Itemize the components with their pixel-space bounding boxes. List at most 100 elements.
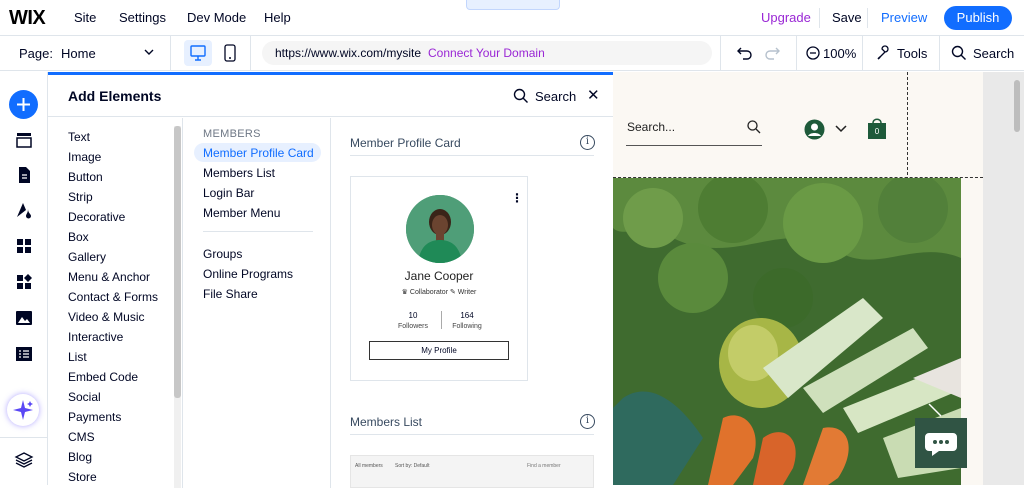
chat-widget-button[interactable] [915, 418, 967, 468]
menu-dev-mode[interactable]: Dev Mode [187, 10, 246, 25]
category-item[interactable]: Blog [68, 450, 92, 464]
subcategory-item-login-bar[interactable]: Login Bar [203, 186, 254, 200]
divider [796, 36, 797, 71]
subcategory-item-groups[interactable]: Groups [203, 247, 242, 261]
save-button[interactable]: Save [832, 10, 862, 25]
site-search-input[interactable]: Search... [627, 120, 675, 134]
category-item[interactable]: Embed Code [68, 370, 138, 384]
zoom-out-icon[interactable] [806, 46, 820, 60]
editor-toolbar: Page: Home https://www.wix.com/mysite Co… [0, 36, 1024, 71]
info-icon[interactable]: i [580, 135, 595, 150]
category-item[interactable]: Interactive [68, 330, 123, 344]
category-item[interactable]: Store [68, 470, 97, 484]
category-item[interactable]: CMS [68, 430, 95, 444]
top-bar: WIX Site Settings Dev Mode Help ⌃ Upgrad… [0, 0, 1024, 36]
subcategory-item-member-menu[interactable]: Member Menu [203, 206, 280, 220]
user-account-icon[interactable] [804, 119, 825, 140]
tools-icon[interactable] [876, 45, 892, 61]
panel-search-button[interactable]: Search [535, 89, 576, 104]
person-photo [406, 195, 474, 263]
subcategory-item-member-profile-card[interactable]: Member Profile Card [203, 146, 314, 160]
category-item[interactable]: Text [68, 130, 90, 144]
vegetables-image [613, 178, 961, 485]
category-item[interactable]: Video & Music [68, 310, 144, 324]
category-item[interactable]: Button [68, 170, 103, 184]
redo-icon[interactable] [763, 45, 781, 61]
vegetables-photo[interactable] [613, 178, 961, 485]
chevron-down-icon[interactable] [143, 46, 155, 58]
search-icon[interactable] [951, 45, 967, 61]
category-item[interactable]: Contact & Forms [68, 290, 158, 304]
member-name: Jane Cooper [404, 269, 474, 283]
category-item[interactable]: Social [68, 390, 101, 404]
collapse-toolbar-tab[interactable]: ⌃ [466, 0, 560, 10]
tools-button[interactable]: Tools [897, 46, 927, 61]
left-rail [0, 72, 48, 485]
zoom-level[interactable]: 100% [823, 46, 856, 61]
member-roles: ♛ Collaborator ✎ Writer [401, 289, 477, 296]
subcategory-item-online-programs[interactable]: Online Programs [203, 267, 293, 281]
menu-site[interactable]: Site [74, 10, 96, 25]
all-members-filter: All members [355, 463, 383, 469]
wix-logo[interactable]: WIX [9, 7, 46, 30]
preview-button[interactable]: Preview [881, 10, 927, 25]
menu-help[interactable]: Help [264, 10, 291, 25]
resize-handle-icon[interactable] [927, 402, 943, 418]
publish-button[interactable]: Publish [944, 6, 1012, 30]
apps-icon[interactable] [14, 236, 34, 256]
category-scrollbar-thumb[interactable] [174, 126, 181, 398]
info-icon[interactable]: i [580, 414, 595, 429]
site-canvas[interactable]: Search... 0 [613, 72, 983, 485]
url-bar[interactable]: https://www.wix.com/mysite Connect Your … [262, 41, 712, 65]
following-count: 164 [460, 311, 474, 320]
cms-icon[interactable] [14, 344, 34, 364]
sections-icon[interactable] [14, 130, 34, 150]
category-item[interactable]: Strip [68, 190, 93, 204]
add-elements-panel: Add Elements Search ✕ Text Image Button … [48, 72, 613, 488]
category-item[interactable]: Box [68, 230, 89, 244]
category-item[interactable]: Gallery [68, 250, 106, 264]
sparkle-icon [13, 400, 33, 420]
pages-icon[interactable] [14, 165, 34, 185]
page-select[interactable]: Home [61, 46, 96, 61]
layers-icon[interactable] [14, 450, 34, 470]
category-item[interactable]: Decorative [68, 210, 125, 224]
search-icon [747, 120, 761, 134]
chevron-down-icon[interactable] [834, 124, 848, 134]
search-icon[interactable] [513, 88, 529, 104]
category-item[interactable]: List [68, 350, 87, 364]
divider [350, 155, 594, 156]
divider [250, 36, 251, 71]
members-list-preview[interactable]: All members Sort by: Default Find a memb… [350, 455, 594, 488]
page-label: Page: [19, 46, 53, 61]
connect-domain-link[interactable]: Connect Your Domain [428, 46, 545, 60]
close-icon[interactable]: ✕ [587, 86, 600, 104]
chevron-up-icon: ⌃ [508, 0, 519, 8]
member-profile-card-preview[interactable]: ⋮ Jane Cooper ♛ Collaborator ✎ Writer 10… [350, 176, 528, 381]
divider [441, 311, 442, 329]
subcategory-item-file-share[interactable]: File Share [203, 287, 258, 301]
menu-settings[interactable]: Settings [119, 10, 166, 25]
divider [720, 36, 721, 71]
upgrade-link[interactable]: Upgrade [761, 10, 811, 25]
search-button[interactable]: Search [973, 46, 1014, 61]
business-apps-icon[interactable] [14, 272, 34, 292]
desktop-view-button[interactable] [184, 40, 212, 66]
design-icon[interactable] [14, 200, 34, 220]
canvas-scrollbar[interactable] [1014, 80, 1020, 132]
subcategory-item-members-list[interactable]: Members List [203, 166, 275, 180]
category-item[interactable]: Menu & Anchor [68, 270, 150, 284]
ai-assistant-button[interactable] [7, 394, 39, 426]
media-icon[interactable] [14, 308, 34, 328]
category-item[interactable]: Image [68, 150, 101, 164]
mobile-icon[interactable] [222, 44, 238, 62]
category-item[interactable]: Payments [68, 410, 121, 424]
chat-icon [925, 433, 957, 456]
find-member-input: Find a member [527, 463, 561, 469]
panel-header: Add Elements Search ✕ [48, 75, 613, 117]
followers-label: Followers [398, 323, 428, 330]
element-previews: Member Profile Card i ⋮ Jane Cooper ♛ Co… [332, 118, 613, 488]
avatar [406, 195, 474, 263]
add-elements-button[interactable] [9, 90, 38, 119]
undo-icon[interactable] [736, 45, 754, 61]
